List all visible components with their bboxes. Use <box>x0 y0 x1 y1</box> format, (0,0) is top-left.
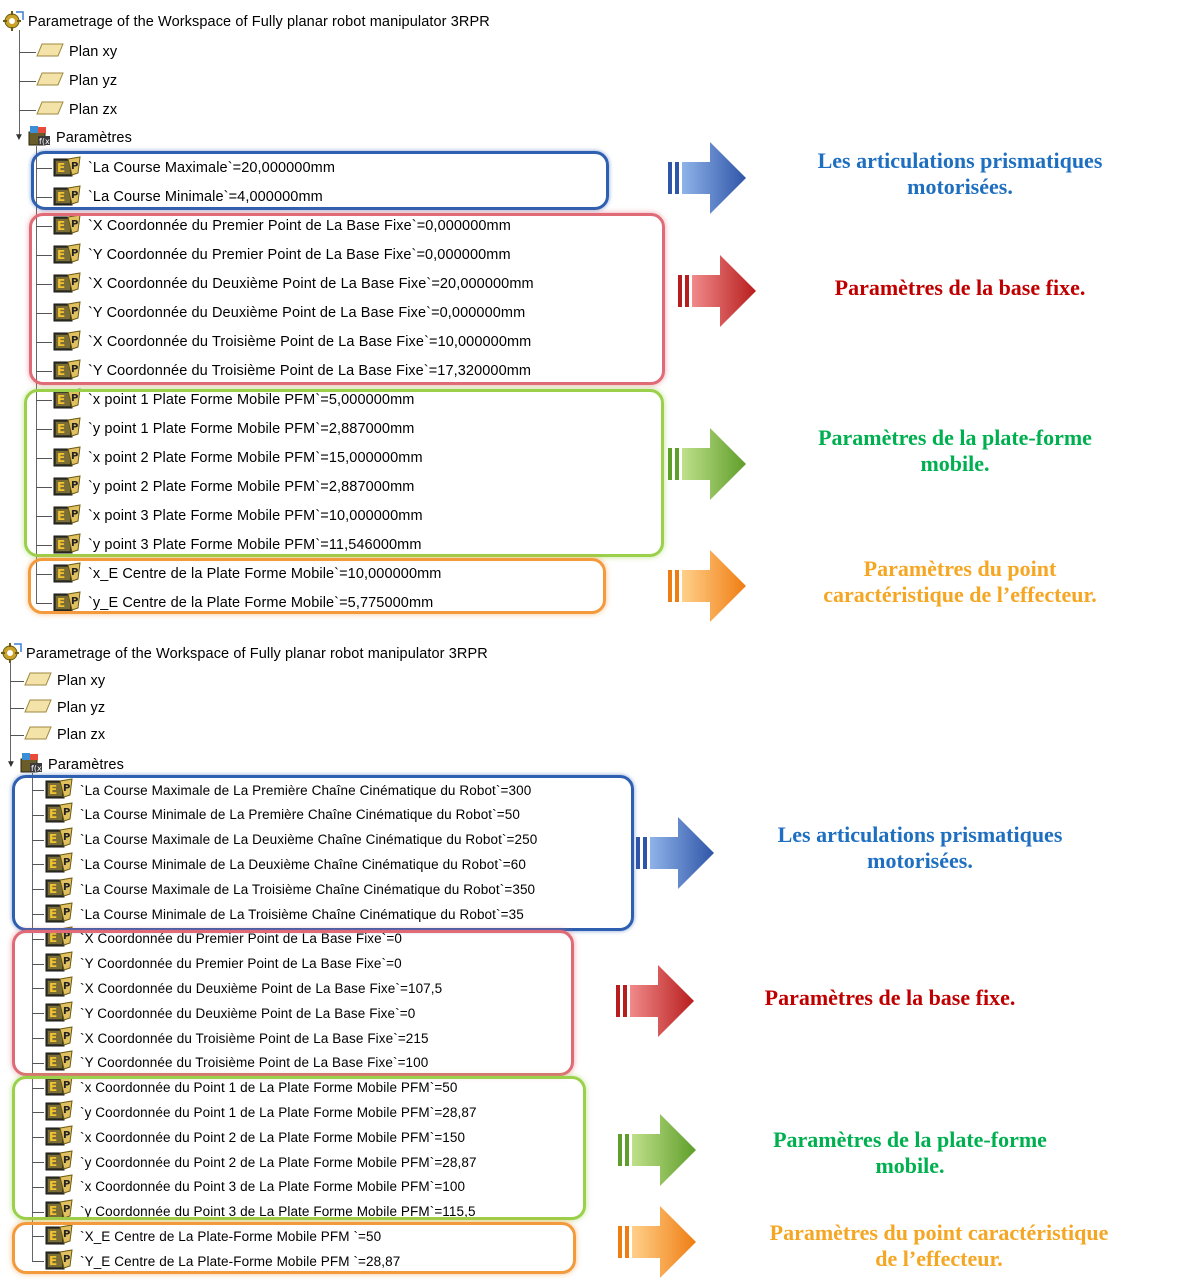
plane-icon <box>36 70 69 93</box>
bottom-plane-1[interactable]: Plan yz <box>24 696 105 720</box>
plane-icon <box>36 99 69 122</box>
bottom-green-arrow-icon <box>618 1114 696 1186</box>
top-tree-trunk <box>19 30 20 138</box>
svg-text:f(x): f(x) <box>31 764 44 773</box>
bottom-red-label: Paramètres de la base fixe. <box>764 985 1016 1010</box>
bottom-blue-arrow-icon <box>636 817 714 889</box>
gear-doc-icon <box>0 641 26 668</box>
top-plane-0[interactable]: Plan xy <box>36 40 117 64</box>
top-root-label: Parametrage of the Workspace of Fully pl… <box>28 14 490 30</box>
top-green-arrow-icon <box>668 428 746 500</box>
gear-doc-icon <box>2 9 28 36</box>
plane-label: Plan yz <box>57 700 106 716</box>
bottom-red-arrow-icon <box>616 965 694 1037</box>
top-green-label: Paramètres de la plate-forme mobile. <box>818 425 1092 476</box>
top-fixed-base-box <box>29 213 665 385</box>
plane-icon <box>24 670 57 693</box>
top-params-node[interactable]: ▼ f(x) Paramètres <box>14 125 132 152</box>
parameters-folder-icon: f(x) <box>26 125 56 152</box>
top-blue-arrow-icon <box>668 142 746 214</box>
branch-line <box>19 52 36 53</box>
params-label: Paramètres <box>56 130 132 146</box>
bottom-root-node[interactable]: Parametrage of the Workspace of Fully pl… <box>0 642 488 666</box>
bottom-plane-2[interactable]: Plan zx <box>24 723 105 747</box>
bottom-motorized-joints-box <box>12 775 634 931</box>
plane-label: Plan xy <box>57 673 106 689</box>
top-plane-2[interactable]: Plan zx <box>36 98 117 122</box>
bottom-orange-label: Paramètres du point caractéristique de l’… <box>769 1220 1109 1271</box>
plane-icon <box>36 41 69 64</box>
bottom-params-node[interactable]: ▼ f(x) Paramètres <box>6 752 124 777</box>
bottom-end-effector-box <box>12 1222 576 1274</box>
branch-line <box>10 708 24 709</box>
bottom-green-label: Paramètres de la plate-forme mobile. <box>773 1127 1047 1178</box>
top-red-arrow-icon <box>678 255 756 327</box>
bottom-mobile-platform-box <box>12 1076 586 1220</box>
params-label: Paramètres <box>48 757 124 773</box>
top-motorized-joints-box <box>31 151 609 210</box>
plane-label: Plan xy <box>69 44 118 60</box>
top-orange-label: Paramètres du point caractéristique de l’… <box>823 556 1097 607</box>
branch-line <box>10 735 24 736</box>
svg-text:f(x): f(x) <box>39 137 52 146</box>
top-root-node[interactable]: Parametrage of the Workspace of Fully pl… <box>2 10 490 34</box>
plane-label: Plan yz <box>69 73 118 89</box>
top-blue-label: Les articulations prismatiques motorisées… <box>817 148 1103 199</box>
expand-toggle-icon[interactable]: ▼ <box>6 760 16 770</box>
branch-line <box>19 81 36 82</box>
top-red-label: Paramètres de la base fixe. <box>834 275 1086 300</box>
plane-label: Plan zx <box>69 102 118 118</box>
expand-toggle-icon[interactable]: ▼ <box>14 133 24 143</box>
bottom-blue-label: Les articulations prismatiques motorisées… <box>777 822 1063 873</box>
bottom-root-label: Parametrage of the Workspace of Fully pl… <box>26 646 488 662</box>
top-end-effector-box <box>28 558 606 614</box>
bottom-fixed-base-box <box>12 930 574 1076</box>
plane-icon <box>24 724 57 747</box>
branch-line <box>19 110 36 111</box>
branch-line <box>10 681 24 682</box>
top-orange-arrow-icon <box>668 550 746 622</box>
top-mobile-platform-box <box>24 389 664 557</box>
plane-label: Plan zx <box>57 727 106 743</box>
top-plane-1[interactable]: Plan yz <box>36 69 117 93</box>
bottom-tree-trunk <box>10 662 11 765</box>
bottom-plane-0[interactable]: Plan xy <box>24 669 105 693</box>
plane-icon <box>24 697 57 720</box>
bottom-orange-arrow-icon <box>618 1206 696 1278</box>
